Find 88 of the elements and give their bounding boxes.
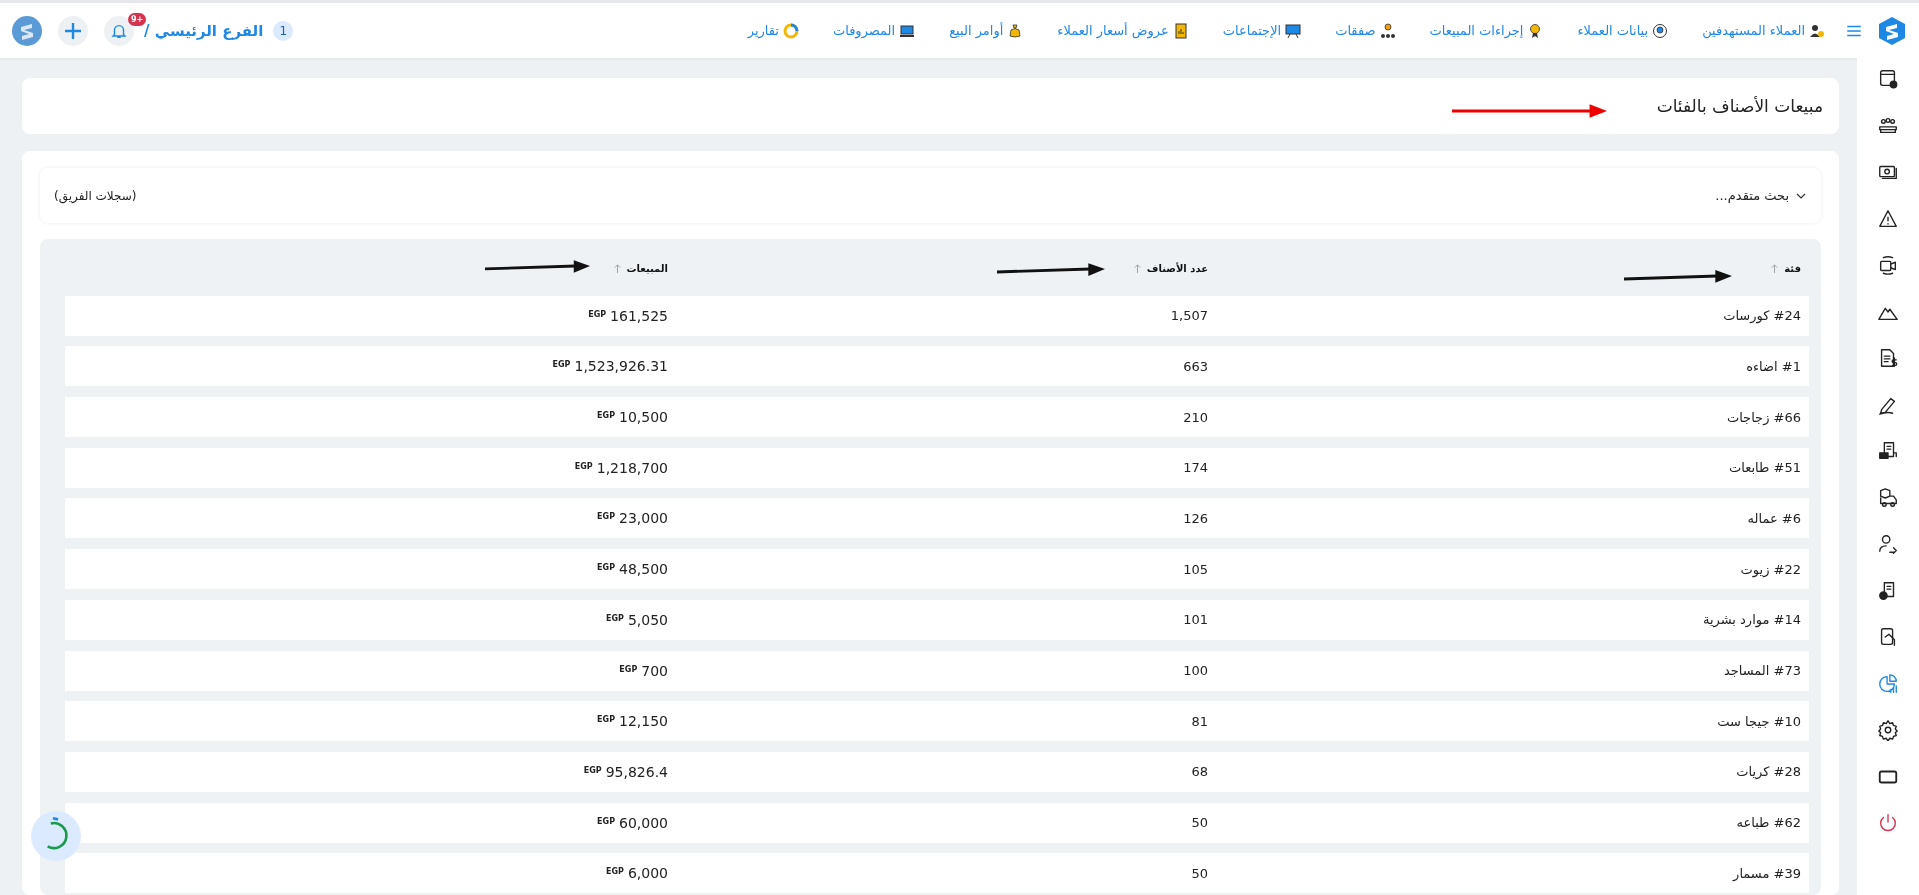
sort-arrow-icon <box>1770 262 1780 274</box>
item-count-cell: 210 <box>1183 409 1208 425</box>
loading-spinner-icon <box>30 810 82 862</box>
currency-code: EGP <box>588 309 607 319</box>
nav-link[interactable]: تقارير <box>747 22 799 39</box>
nav-link[interactable]: الإجتماعات <box>1222 22 1302 39</box>
item-count-cell: 663 <box>1183 358 1208 374</box>
currency-code: EGP <box>583 765 602 775</box>
category-cell: #62 طباعه <box>1736 815 1801 831</box>
document-icon <box>1172 22 1189 39</box>
sales-amount: 12,150 <box>619 713 668 730</box>
category-cell: #66 زجاجات <box>1726 409 1801 425</box>
team-records-label: (سجلات الفريق) <box>54 188 137 203</box>
page-title: مبيعات الأصناف بالفئات <box>1656 96 1823 116</box>
column-header[interactable]: المبيعات <box>612 262 676 274</box>
advanced-search-bar[interactable]: بحث متقدم... (سجلات الفريق) <box>40 168 1821 223</box>
warning-icon[interactable] <box>1877 207 1899 230</box>
sort-arrow-icon <box>1132 262 1142 274</box>
sort-arrow-icon <box>612 262 622 274</box>
laptop-icon <box>899 22 916 39</box>
currency-code: EGP <box>606 867 624 877</box>
category-cell: #24 كورسات <box>1723 308 1801 324</box>
item-count-cell: 174 <box>1183 460 1208 476</box>
plus-icon <box>63 20 83 41</box>
category-cell: #28 كريات <box>1736 764 1801 780</box>
branch-count: 1 <box>273 20 294 41</box>
sales-amount: 161,525 <box>610 307 668 324</box>
currency-code: EGP <box>597 816 615 826</box>
nav-link[interactable]: أوامر البيع <box>949 22 1024 39</box>
power-icon[interactable] <box>1877 812 1899 834</box>
column-header[interactable]: عدد الأصناف <box>1132 262 1216 274</box>
avatar-icon[interactable] <box>12 15 42 46</box>
money-bag-icon <box>1007 22 1024 39</box>
category-cell: #22 زيوت <box>1740 561 1801 577</box>
category-cell: #14 موارد بشرية <box>1702 612 1801 628</box>
currency-code: EGP <box>552 360 571 370</box>
category-cell: #6 عماله <box>1747 510 1801 526</box>
column-header[interactable]: فئة <box>1770 262 1809 274</box>
nav-link[interactable]: إجراءات المبيعات <box>1429 22 1544 39</box>
currency-code: EGP <box>606 613 624 623</box>
item-count-cell: 1,507 <box>1170 308 1208 324</box>
item-count-cell: 68 <box>1191 764 1208 780</box>
currency-code: EGP <box>597 411 615 421</box>
item-count-cell: 81 <box>1191 713 1208 729</box>
nav-link[interactable]: بيانات العملاء <box>1577 22 1669 39</box>
advanced-search-label: بحث متقدم... <box>1715 188 1789 203</box>
hierarchy-icon <box>1379 22 1396 39</box>
item-count-cell: 50 <box>1191 865 1208 881</box>
people-icon <box>1809 22 1825 39</box>
nav-link[interactable]: المصروفات <box>832 22 916 39</box>
nav-link[interactable]: عروض أسعار العملاء <box>1057 22 1189 39</box>
currency-code: EGP <box>597 563 615 573</box>
branch-link[interactable]: الفرع الرئيسي / <box>144 21 264 40</box>
donut-icon <box>782 22 799 39</box>
nav-link[interactable]: صفقات <box>1335 22 1396 39</box>
sales-amount: 5,050 <box>627 611 668 628</box>
sales-amount: 700 <box>641 662 668 679</box>
currency-code: EGP <box>619 664 638 674</box>
category-cell: #1 اضاءه <box>1746 358 1801 374</box>
sales-amount: 1,523,926.31 <box>574 358 668 375</box>
sales-amount: 23,000 <box>619 510 668 527</box>
currency-code: EGP <box>574 461 593 471</box>
currency-code: EGP <box>597 512 615 522</box>
item-count-cell: 126 <box>1183 510 1208 526</box>
notification-badge: +9 <box>128 12 147 26</box>
logo-icon[interactable] <box>1877 15 1907 46</box>
category-cell: #39 مسمار <box>1733 865 1801 881</box>
presentation-icon <box>1285 22 1302 39</box>
currency-code: EGP <box>597 715 615 725</box>
truck-box-icon[interactable] <box>1877 486 1899 509</box>
sales-amount: 48,500 <box>619 561 668 578</box>
category-cell: #51 طابعات <box>1729 460 1801 476</box>
nav-link[interactable]: العملاء المستهدفين <box>1702 22 1825 39</box>
sales-amount: 95,826.4 <box>605 763 668 780</box>
sales-amount: 6,000 <box>627 865 668 882</box>
sales-amount: 1,218,700 <box>596 459 668 476</box>
item-count-cell: 101 <box>1183 612 1208 628</box>
chart-pie-icon[interactable] <box>1877 672 1899 695</box>
video-icon[interactable] <box>1877 254 1899 276</box>
item-count-cell: 105 <box>1183 561 1208 577</box>
add-button[interactable] <box>58 15 88 46</box>
category-cell: #10 جيجا ست <box>1717 713 1801 729</box>
category-cell: #73 المساجد <box>1723 663 1801 678</box>
item-count-cell: 100 <box>1183 663 1208 678</box>
sales-amount: 60,000 <box>619 814 668 831</box>
gear-icon[interactable] <box>1877 719 1899 741</box>
item-count-cell: 50 <box>1191 815 1208 831</box>
sales-amount: 10,500 <box>619 409 668 426</box>
